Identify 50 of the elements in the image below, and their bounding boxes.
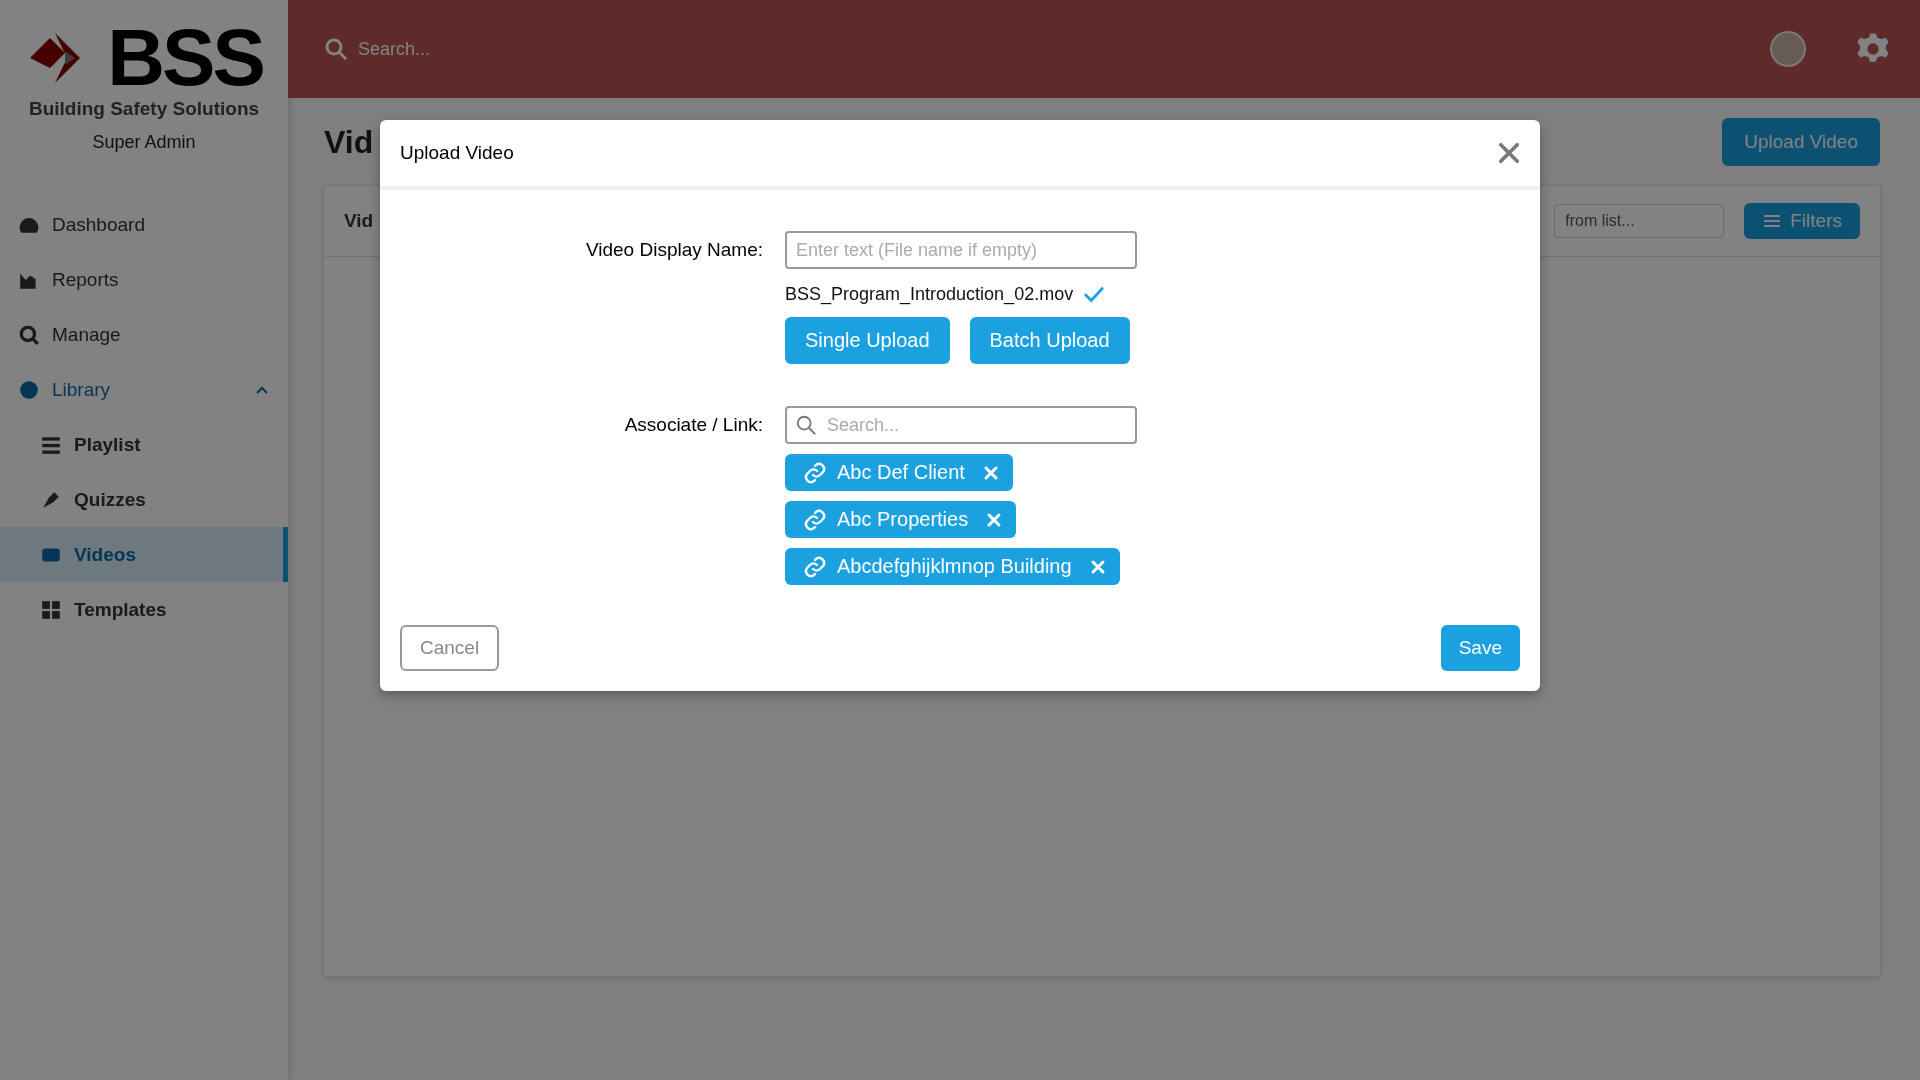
sidebar-item[interactable]: Videos: [0, 527, 288, 582]
grid-icon: [40, 598, 62, 621]
logo-text: BSS: [107, 18, 263, 98]
file-name: BSS_Program_Introduction_02.mov: [785, 283, 1074, 305]
sidebar-item[interactable]: Manage: [0, 307, 288, 362]
sidebar-item-label: Videos: [74, 543, 136, 566]
page-title: Vid: [324, 123, 374, 161]
dialog-title: Upload Video: [400, 142, 514, 164]
link-label: Abc Def Client: [837, 461, 965, 484]
cancel-button[interactable]: Cancel: [400, 625, 500, 671]
filters-button[interactable]: Filters: [1744, 203, 1860, 239]
link-icon: [803, 460, 827, 485]
link-label: Abc Properties: [837, 508, 969, 531]
sidebar-item-label: Quizzes: [74, 488, 146, 511]
upload-button[interactable]: Batch Upload: [969, 317, 1130, 364]
sidebar-item-label: Library: [52, 378, 111, 401]
sidebar-item[interactable]: Library: [0, 362, 288, 417]
remove-icon[interactable]: [986, 511, 1003, 528]
link-label: Abcdefghijklmnop Building: [837, 555, 1072, 578]
field-label: Associate / Link:: [624, 413, 763, 437]
sidebar-item[interactable]: Reports: [0, 252, 288, 307]
avatar[interactable]: [1770, 31, 1806, 67]
sidebar-item[interactable]: Templates: [0, 582, 288, 637]
upload-button[interactable]: Single Upload: [785, 317, 950, 364]
link-icon: [803, 554, 827, 579]
magnifier-icon: [18, 323, 40, 346]
upload-video-button[interactable]: Upload Video: [1722, 118, 1880, 166]
sidebar-item-label: Manage: [52, 323, 121, 346]
search-field[interactable]: Search...: [324, 29, 624, 69]
search-icon: [795, 414, 817, 436]
logo-subtitle: Building Safety Solutions: [28, 98, 260, 120]
search-icon: [324, 37, 348, 61]
associate-search-field[interactable]: Search...: [785, 406, 1137, 444]
field-label: Video Display Name:: [585, 238, 763, 262]
sidebar-item[interactable]: Quizzes: [0, 472, 288, 527]
filter-field[interactable]: from list...: [1554, 204, 1725, 238]
link-icon: [803, 507, 827, 532]
sidebar-item-label: Dashboard: [52, 213, 145, 236]
remove-icon[interactable]: [1089, 558, 1106, 575]
sidebar-item-label: Playlist: [74, 433, 141, 456]
display-name-field[interactable]: Enter text (File name if empty): [785, 231, 1137, 269]
sidebar-item[interactable]: Playlist: [0, 417, 288, 472]
save-button[interactable]: Save: [1440, 625, 1520, 671]
sidebar-item-label: Reports: [52, 268, 119, 291]
sidebar-item[interactable]: Dashboard: [0, 197, 288, 252]
user-role: Super Admin: [92, 132, 196, 153]
close-icon[interactable]: [1498, 142, 1520, 164]
remove-icon[interactable]: [982, 464, 999, 481]
card-title: Vid: [344, 210, 374, 232]
sidebar-item-label: Templates: [74, 598, 167, 621]
